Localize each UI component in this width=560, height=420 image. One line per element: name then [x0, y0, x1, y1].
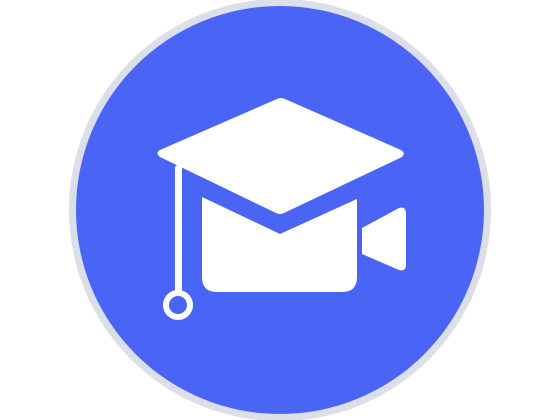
- page: [0, 0, 560, 420]
- tassel-cord-icon: [175, 165, 182, 295]
- app-icon: [69, 0, 491, 420]
